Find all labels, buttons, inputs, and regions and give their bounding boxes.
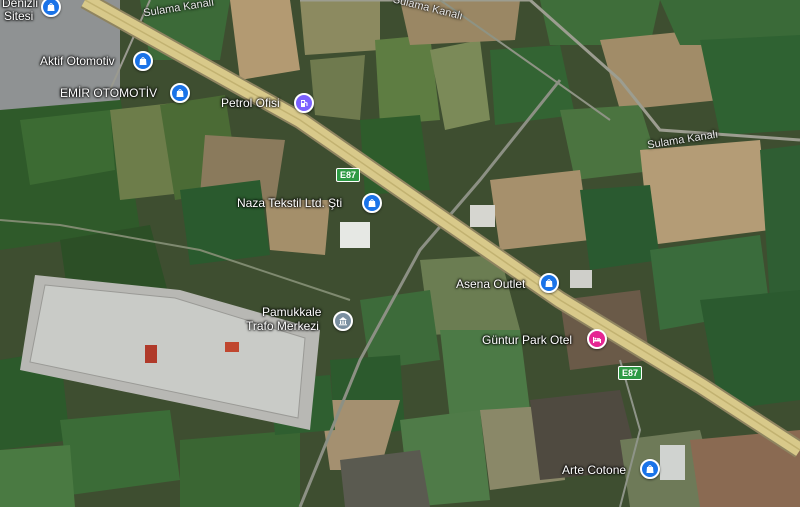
- shopping-bag-icon[interactable]: [170, 83, 190, 103]
- place-label-petrol-ofisi[interactable]: Petrol Ofisi: [221, 97, 280, 110]
- shopping-bag-icon[interactable]: [640, 459, 660, 479]
- place-label-naza-tekstil[interactable]: Naza Tekstil Ltd. Şti: [237, 197, 342, 210]
- place-label-pamukkale[interactable]: Pamukkale: [262, 306, 321, 319]
- map-view[interactable]: Sulama Kanalı Sulama Kanalı Sulama Kanal…: [0, 0, 800, 507]
- place-label-emir-otomotiv[interactable]: EMİR OTOMOTİV: [60, 87, 157, 100]
- hotel-icon[interactable]: [587, 329, 607, 349]
- place-label-sitesi[interactable]: Sitesi: [4, 10, 33, 23]
- shopping-bag-icon[interactable]: [362, 193, 382, 213]
- route-shield: E87: [336, 168, 361, 182]
- fuel-icon[interactable]: [294, 93, 314, 113]
- place-label-asena-outlet[interactable]: Asena Outlet: [456, 278, 525, 291]
- place-label-arte-cotone[interactable]: Arte Cotone: [562, 464, 626, 477]
- satellite-imagery: [0, 0, 800, 507]
- route-shield: E87: [618, 366, 643, 380]
- shopping-bag-icon[interactable]: [133, 51, 153, 71]
- place-label-aktif-otomotiv[interactable]: Aktif Otomotiv: [40, 55, 115, 68]
- shopping-bag-icon[interactable]: [539, 273, 559, 293]
- place-label-guntur-park-otel[interactable]: Güntur Park Otel: [482, 334, 572, 347]
- place-label-trafo-merkezi[interactable]: Trafo Merkezi: [246, 320, 319, 333]
- landmark-icon[interactable]: [333, 311, 353, 331]
